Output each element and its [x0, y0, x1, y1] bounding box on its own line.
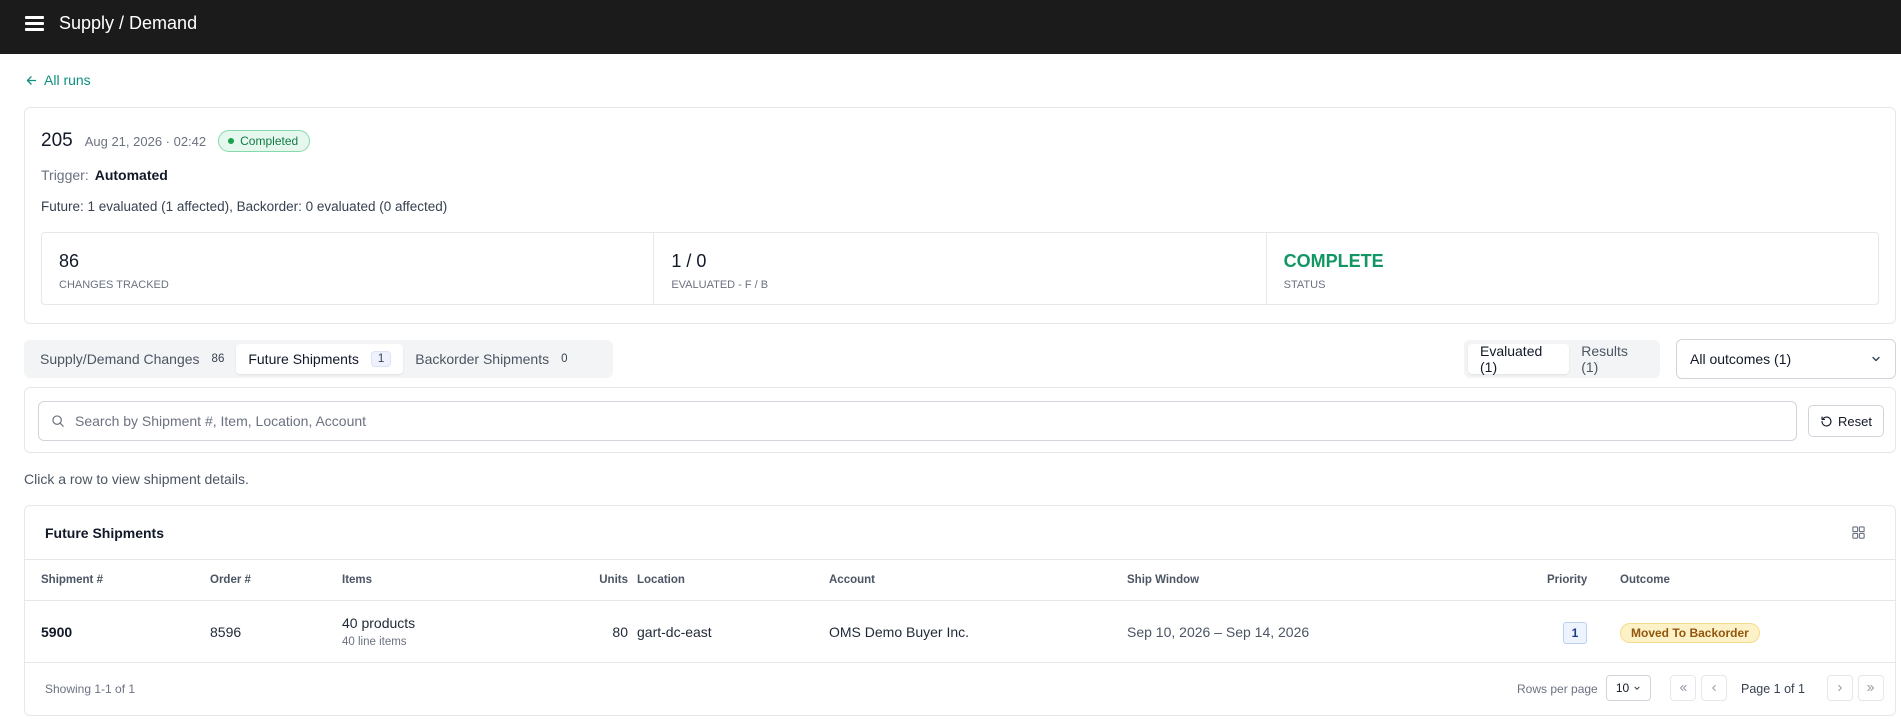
table-title: Future Shipments: [45, 525, 165, 541]
tab-count: 86: [211, 353, 225, 365]
run-summary-card: 205 Aug 21, 2026 · 02:42 Completed Trigg…: [24, 107, 1896, 324]
column-header-order[interactable]: Order #: [210, 574, 251, 586]
results-toggle-button[interactable]: Results (1): [1569, 343, 1656, 375]
column-header-outcome[interactable]: Outcome: [1620, 574, 1670, 586]
run-id: 205: [41, 130, 73, 151]
reset-button-label: Reset: [1838, 413, 1872, 429]
cell-items-sub: 40 line items: [342, 636, 407, 648]
stat-value: 86: [59, 251, 80, 271]
rotate-ccw-icon: [1821, 415, 1832, 427]
stat-label: EVALUATED - F / B: [671, 279, 769, 291]
status-dot-icon: [228, 138, 235, 144]
evaluated-toggle-button[interactable]: Evaluated (1): [1468, 343, 1570, 375]
search-input[interactable]: [75, 413, 1784, 429]
chevrons-left-icon: [1679, 684, 1687, 692]
trigger-value: Automated: [94, 167, 168, 183]
cell-account: OMS Demo Buyer Inc.: [829, 624, 970, 640]
cell-location: gart-dc-east: [637, 624, 712, 640]
next-page-button[interactable]: [1827, 675, 1853, 701]
tab-count: 0: [561, 353, 568, 365]
stat-label: CHANGES TRACKED: [59, 279, 169, 291]
outcome-badge: Moved To Backorder: [1620, 623, 1760, 643]
column-header-units[interactable]: Units: [599, 574, 628, 586]
back-to-all-runs-link[interactable]: All runs: [25, 72, 91, 88]
stat-value: 1 / 0: [671, 251, 707, 271]
page-info: Page 1 of 1: [1741, 682, 1805, 696]
tab-backorder-shipments[interactable]: Backorder Shipments 0: [403, 344, 579, 374]
chevron-down-icon: [1634, 686, 1640, 690]
priority-badge: 1: [1563, 622, 1587, 644]
table-row[interactable]: 5900 8596 40 products 40 line items 80 g…: [25, 601, 1895, 663]
rows-per-page-value: 10: [1615, 681, 1630, 695]
stat-value: COMPLETE: [1283, 251, 1384, 271]
outcome-filter-value: All outcomes (1): [1690, 351, 1792, 367]
back-link-label: All runs: [44, 72, 91, 88]
stat-changes-tracked: 86 CHANGES TRACKED: [42, 233, 655, 304]
search-panel: Reset: [24, 387, 1896, 453]
cell-shipment: 5900: [41, 624, 73, 640]
run-header: 205 Aug 21, 2026 · 02:42 Completed: [41, 130, 311, 152]
tab-future-shipments[interactable]: Future Shipments 1: [236, 344, 404, 374]
cell-units: 80: [612, 624, 628, 640]
trigger-label: Trigger:: [41, 167, 89, 183]
table-header: Shipment # Order # Items Units Location …: [25, 559, 1895, 601]
last-page-button[interactable]: [1858, 675, 1884, 701]
row-click-hint: Click a row to view shipment details.: [24, 471, 249, 487]
column-header-items[interactable]: Items: [342, 574, 372, 586]
view-toggle: Evaluated (1) Results (1): [1464, 340, 1660, 378]
chevron-down-icon: [1872, 356, 1880, 362]
column-header-ship-window[interactable]: Ship Window: [1127, 574, 1199, 586]
evaluation-summary: Future: 1 evaluated (1 affected), Backor…: [41, 199, 448, 214]
arrow-left-icon: [26, 75, 37, 85]
reset-button[interactable]: Reset: [1808, 405, 1884, 437]
column-header-shipment[interactable]: Shipment #: [41, 574, 103, 586]
stat-label: STATUS: [1283, 279, 1326, 291]
tab-supply-demand-changes[interactable]: Supply/Demand Changes 86: [28, 344, 236, 374]
showing-count: Showing 1-1 of 1: [45, 682, 136, 696]
chevron-right-icon: [1838, 684, 1842, 692]
first-page-button[interactable]: [1670, 675, 1696, 701]
status-badge-label: Completed: [240, 134, 299, 148]
shipment-tabs: Supply/Demand Changes 86 Future Shipment…: [24, 340, 613, 378]
chevron-left-icon: [1712, 684, 1716, 692]
chevrons-right-icon: [1867, 684, 1875, 692]
search-box: [38, 401, 1797, 441]
cell-items: 40 products 40 line items: [342, 615, 415, 648]
rows-per-page-select[interactable]: 10: [1606, 675, 1651, 701]
cell-ship-window: Sep 10, 2026 – Sep 14, 2026: [1127, 624, 1310, 640]
hamburger-icon[interactable]: [25, 16, 44, 31]
status-badge: Completed: [218, 130, 311, 152]
trigger-row: Trigger: Automated: [41, 167, 168, 183]
column-header-account[interactable]: Account: [829, 574, 875, 586]
tab-count: 1: [370, 351, 392, 367]
table-footer: Showing 1-1 of 1 Rows per page 10 Page 1…: [25, 663, 1895, 715]
column-header-priority[interactable]: Priority: [1547, 574, 1587, 586]
outcome-filter-select[interactable]: All outcomes (1): [1676, 339, 1896, 379]
tab-label: Backorder Shipments: [415, 351, 550, 367]
previous-page-button[interactable]: [1701, 675, 1727, 701]
stats-panel: 86 CHANGES TRACKED 1 / 0 EVALUATED - F /…: [41, 232, 1879, 305]
app-title: Supply / Demand: [59, 13, 198, 33]
tab-label: Future Shipments: [248, 351, 359, 367]
search-icon: [52, 415, 64, 427]
column-header-location[interactable]: Location: [637, 574, 685, 586]
stat-status: COMPLETE STATUS: [1267, 233, 1878, 304]
run-datetime: Aug 21, 2026 · 02:42: [84, 133, 207, 149]
rows-per-page-label: Rows per page: [1517, 682, 1598, 696]
cell-order: 8596: [210, 624, 242, 640]
future-shipments-table-card: Future Shipments Shipment # Order # Item…: [24, 505, 1896, 716]
top-bar: Supply / Demand: [0, 0, 1901, 54]
grid-icon[interactable]: [1851, 525, 1866, 540]
cell-items-main: 40 products: [342, 615, 416, 631]
tab-label: Supply/Demand Changes: [40, 351, 200, 367]
stat-evaluated: 1 / 0 EVALUATED - F / B: [654, 233, 1267, 304]
